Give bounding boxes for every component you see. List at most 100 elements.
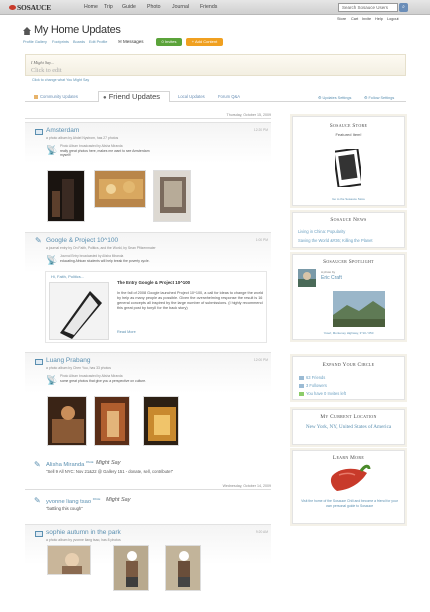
envelope-icon: ✉ [118, 39, 122, 44]
search-button[interactable]: ⌕ [399, 3, 408, 12]
feed-item-title[interactable]: Luang Prabang [46, 357, 90, 364]
photo-thumbnail[interactable] [94, 396, 130, 446]
nav-home[interactable]: Home [84, 4, 98, 10]
chili-icon[interactable] [327, 463, 371, 493]
search-input[interactable]: Search Sosauce Users [338, 3, 398, 12]
photo-thumbnail[interactable] [47, 170, 85, 222]
broadcast-icon: 📡 [46, 145, 58, 155]
learn-caption[interactable]: Visit the home of the Sosauce Chili and … [301, 499, 398, 508]
updates-settings-label: Updates Settings [322, 96, 352, 100]
friends-icon [299, 375, 304, 380]
spotlight-caption: Yosef, Monteney Highway, 3°10 / 050 [323, 331, 374, 335]
featured-product-image[interactable] [335, 149, 361, 187]
status-change-link[interactable]: Click to change what You Might Say [32, 78, 89, 82]
follow-settings-link[interactable]: ⚙ Follow Settings [364, 95, 394, 100]
broadcast-icon: 📡 [46, 255, 58, 265]
link-profile-gallery[interactable]: Profile Gallery [23, 40, 47, 44]
store-featured-label: Featured Item! [335, 132, 362, 137]
news-item[interactable]: Living in China: Popularity [298, 229, 345, 234]
learn-panel: Learn More Visit the home of the Sosauce… [292, 450, 405, 524]
journal-entry-title[interactable]: The Entry Google & Project 10^100 [117, 280, 190, 285]
broadcast-line: Photo Album broadcasted by Alisha Mirand… [60, 374, 123, 378]
status-update-icon: ✎ [34, 496, 41, 505]
journal-excerpt: In the fall of 2008 Google launched Proj… [117, 291, 263, 311]
link-footprints[interactable]: Footprints [52, 40, 69, 44]
journal-image[interactable] [49, 282, 109, 340]
link-boards[interactable]: Boards [73, 40, 85, 44]
spotlight-panel: Sosaucer Spotlight A photo by Eric Craft… [292, 254, 405, 340]
util-help[interactable]: Help [375, 17, 383, 21]
nav-friends[interactable]: Friends [200, 4, 217, 10]
nav-trip[interactable]: Trip [104, 4, 113, 10]
nav-guide[interactable]: Guide [122, 4, 136, 10]
status-author-name: yvonne liang tsao [46, 498, 92, 505]
invites-button[interactable]: 0 Invites [156, 38, 182, 46]
news-panel: Sosauce News Living in China: Popularity… [292, 212, 405, 248]
brand-logo[interactable]: SOSAUCE [17, 3, 51, 12]
util-cart[interactable]: Cart [351, 17, 358, 21]
store-link[interactable]: Go to the Sosauce Store [293, 197, 404, 201]
status-author-name: Alisha Miranda [46, 461, 85, 468]
photo-thumbnail[interactable] [153, 170, 191, 222]
broadcast-comment: educating African students will help bre… [60, 259, 150, 263]
feed-item-title[interactable]: sophie autumn in the park [46, 529, 121, 536]
status-box[interactable] [25, 54, 406, 76]
store-panel: Sosauce Store Featured Item! Go to the S… [292, 116, 405, 206]
status-says: Might Say [106, 497, 131, 503]
tab-community-label: Community Updates [40, 94, 78, 99]
community-icon [34, 94, 38, 99]
feed-item-title[interactable]: Google & Project 10^100 [46, 237, 118, 244]
current-location[interactable]: New York, NY, United States of America [299, 424, 398, 431]
photo-thumbnail[interactable] [143, 396, 179, 446]
status-author-tag: PAGE [85, 460, 94, 464]
feed-item-time: 12:20 PM [253, 128, 268, 132]
read-more-link[interactable]: Read More [117, 330, 136, 334]
status-author[interactable]: Alisha Miranda PAGE [46, 460, 94, 468]
invites-left-link[interactable]: You have 0 Invites left [299, 391, 346, 396]
feed-item-meta: a photo album by Chen Yuu, has 33 photos [46, 366, 111, 370]
page-title: My Home Updates [34, 24, 121, 36]
util-invite[interactable]: Invite [362, 17, 371, 21]
photo-album-icon [35, 359, 43, 365]
photo-thumbnail[interactable] [165, 545, 201, 591]
status-body: "battling this cough" [46, 506, 83, 511]
news-item[interactable]: Saving the World &#36; Killing the Plane… [298, 238, 373, 243]
photo-thumbnail[interactable] [113, 545, 149, 591]
util-logout[interactable]: Logout [387, 17, 399, 21]
followers-link[interactable]: 3 Followers [299, 383, 327, 388]
updates-settings-link[interactable]: ⚙ Updates Settings [318, 95, 351, 100]
messages-link[interactable]: ✉ Messages [118, 39, 144, 45]
tab-local[interactable]: Local Updates [178, 94, 205, 99]
spotlight-name[interactable]: Eric Craft [321, 275, 342, 281]
broadcast-comment: some great photos that give you a perspe… [60, 379, 147, 383]
friends-link[interactable]: 63 Friends [299, 375, 325, 380]
gear-icon: ⚙ [364, 96, 368, 100]
tab-community[interactable]: Community Updates [34, 94, 78, 99]
people-icon: ● [103, 95, 107, 101]
nav-photo[interactable]: Photo [147, 4, 161, 10]
followers-icon [299, 383, 304, 388]
status-author[interactable]: yvonne liang tsao PAGE [46, 497, 100, 505]
spotlight-photo[interactable] [333, 291, 385, 327]
photo-thumbnail[interactable] [94, 170, 146, 208]
spotlight-avatar[interactable] [298, 269, 316, 287]
feed-item-title[interactable]: Amsterdam [46, 127, 79, 134]
util-store[interactable]: Store [337, 17, 346, 21]
broadcast-line: Photo Album broadcasted by Alisha Mirand… [60, 144, 123, 148]
tab-forum[interactable]: Forum Q&A [218, 94, 240, 99]
feed-card: Luang Prabang a photo album by Chen Yuu,… [25, 352, 271, 450]
photo-thumbnail[interactable] [47, 545, 91, 575]
invites-left: You have 0 Invites left [306, 391, 346, 396]
home-icon [23, 27, 31, 35]
status-author-tag: PAGE [92, 497, 101, 501]
link-edit-profile[interactable]: Edit Profile [89, 40, 107, 44]
status-edit-prompt[interactable]: Click to edit [31, 67, 62, 74]
broadcast-line: Journal Entry broadcasted by Alisha Mira… [60, 254, 124, 258]
feed-item-time: 1:00 PM [255, 238, 268, 242]
add-content-button[interactable]: + Add Content [186, 38, 223, 46]
store-heading: Sosauce Store [329, 123, 368, 129]
nav-journal[interactable]: Journal [172, 4, 189, 10]
feed-item-time: 9:20 AM [255, 530, 268, 534]
status-body: "Sell 9 All NYC: Nov 21&22 @ Gallery 151… [46, 469, 174, 474]
photo-thumbnail[interactable] [47, 396, 87, 446]
